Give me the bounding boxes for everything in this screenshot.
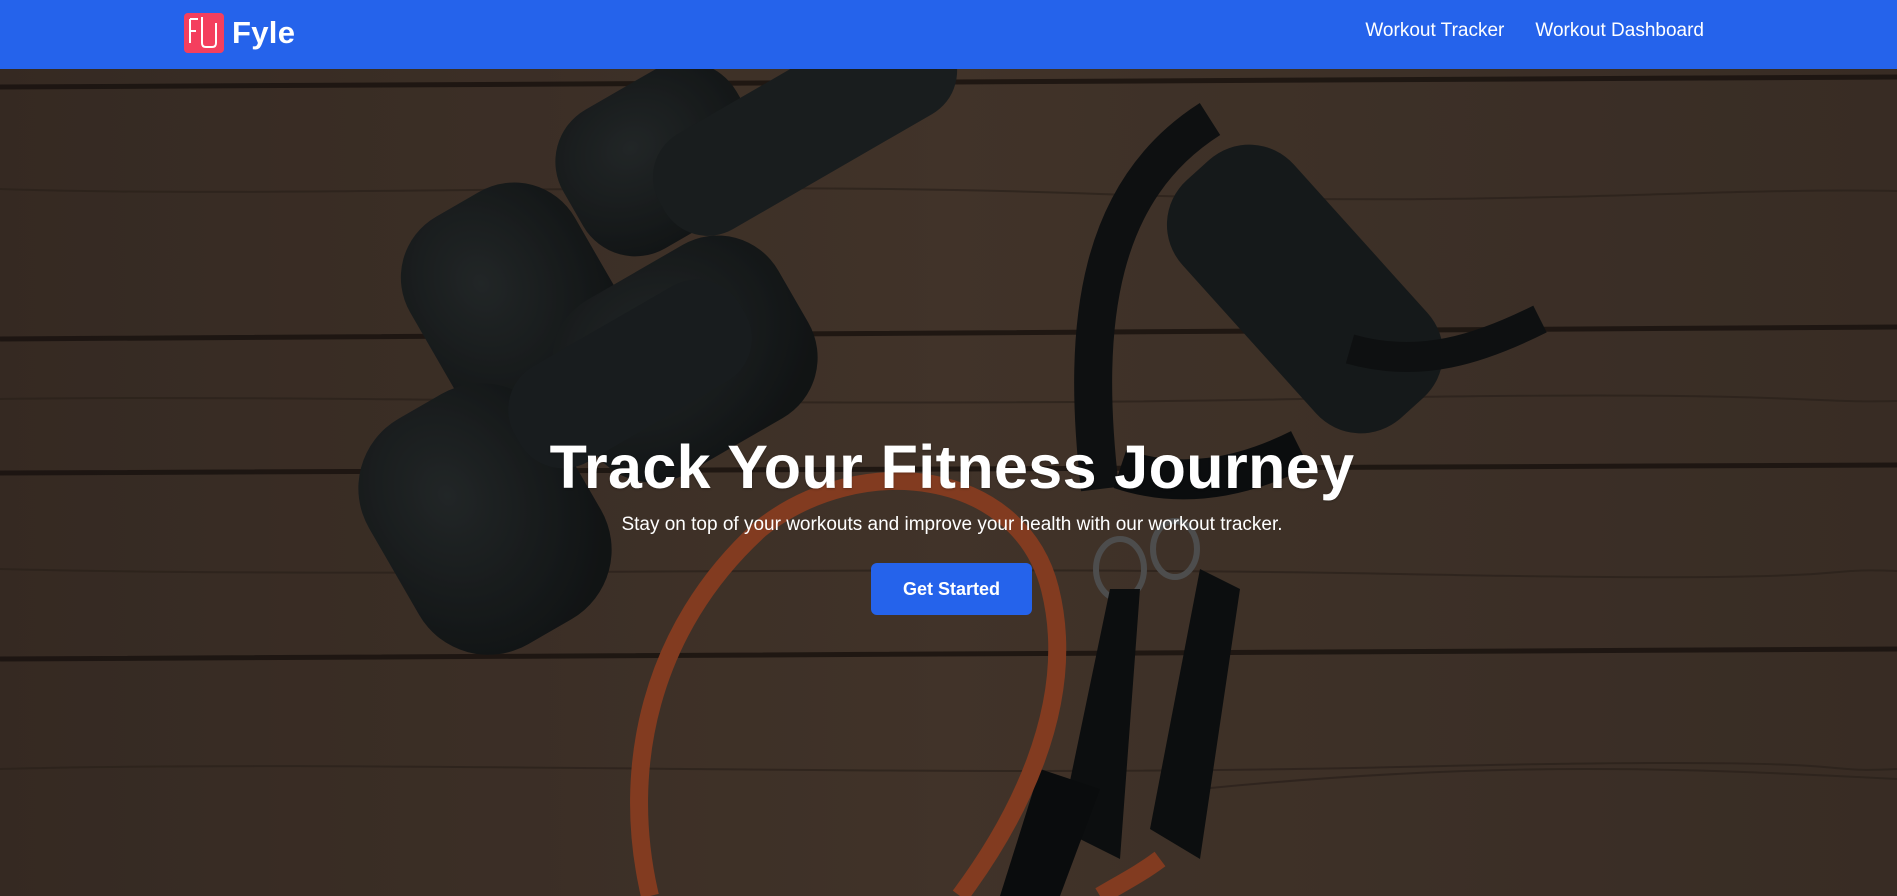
get-started-button[interactable]: Get Started <box>871 563 1032 615</box>
nav-link-workout-tracker[interactable]: Workout Tracker <box>1365 20 1504 42</box>
hero-section: Track Your Fitness Journey Stay on top o… <box>0 69 1897 896</box>
hero-subtitle: Stay on top of your workouts and improve… <box>621 514 1283 535</box>
brand-name: Fyle <box>232 15 296 50</box>
fyle-logo-icon <box>184 13 224 53</box>
nav-link-workout-dashboard[interactable]: Workout Dashboard <box>1535 20 1704 42</box>
navbar: Fyle Workout Tracker Workout Dashboard <box>0 0 1897 69</box>
nav-links: Workout Tracker Workout Dashboard <box>1365 20 1704 42</box>
hero-title: Track Your Fitness Journey <box>549 433 1355 501</box>
landing-page: Fyle Workout Tracker Workout Dashboard T… <box>0 0 1897 896</box>
hero-content: Track Your Fitness Journey Stay on top o… <box>0 69 1897 896</box>
brand[interactable]: Fyle <box>184 12 295 54</box>
